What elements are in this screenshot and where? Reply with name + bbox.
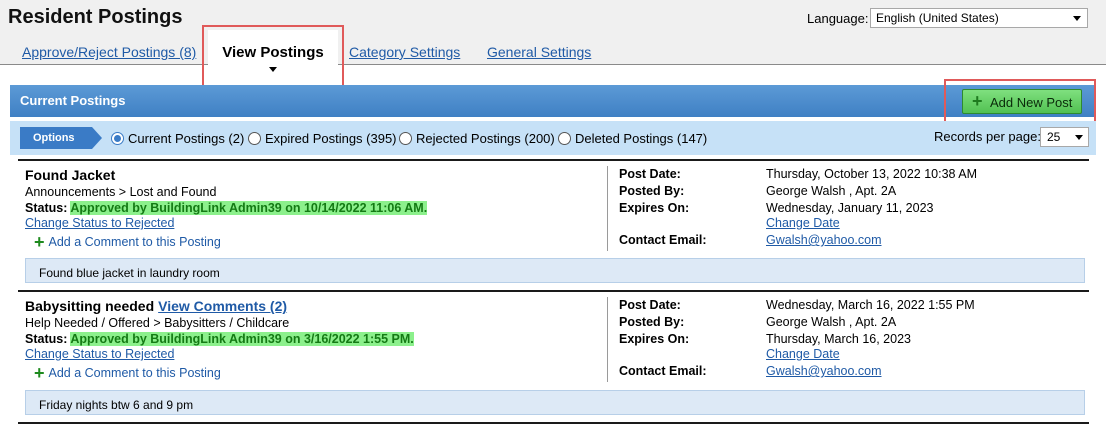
chevron-down-icon bbox=[1073, 16, 1081, 21]
add-comment-label: Add a Comment to this Posting bbox=[48, 235, 221, 249]
post-description: Found blue jacket in laundry room bbox=[25, 258, 1085, 283]
tab-general-settings[interactable]: General Settings bbox=[487, 44, 591, 60]
records-per-page-label: Records per page: bbox=[934, 129, 1041, 144]
add-new-post-label: Add New Post bbox=[990, 95, 1073, 110]
post-title: Babysitting needed View Comments (2) bbox=[25, 298, 414, 314]
page-title: Resident Postings bbox=[8, 6, 183, 28]
add-new-post-button[interactable]: + Add New Post bbox=[962, 89, 1082, 114]
posted-by-label: Posted By: bbox=[619, 315, 685, 329]
radio-current-postings[interactable]: Current Postings (2) bbox=[111, 131, 244, 146]
expires-on-label: Expires On: bbox=[619, 332, 690, 346]
posted-by-label: Posted By: bbox=[619, 184, 685, 198]
radio-current-label: Current Postings (2) bbox=[128, 131, 245, 146]
posted-by-value: George Walsh , Apt. 2A bbox=[766, 315, 897, 329]
language-select[interactable]: English (United States) bbox=[870, 8, 1088, 28]
tab-approve-reject[interactable]: Approve/Reject Postings (8) bbox=[22, 44, 196, 60]
chevron-down-icon bbox=[1075, 135, 1083, 140]
change-date-link[interactable]: Change Date bbox=[766, 216, 840, 230]
radio-expired-postings[interactable]: Expired Postings (395) bbox=[248, 131, 397, 146]
change-status-link[interactable]: Change Status to Rejected bbox=[25, 347, 174, 361]
posted-by-value: George Walsh , Apt. 2A bbox=[766, 184, 897, 198]
contact-email-link[interactable]: Gwalsh@yahoo.com bbox=[766, 364, 882, 378]
post-title-text: Found Jacket bbox=[25, 167, 116, 183]
tabs-divider bbox=[0, 64, 1106, 65]
plus-icon: + bbox=[34, 363, 45, 383]
status-value: Approved by BuildingLink Admin39 on 3/16… bbox=[70, 332, 414, 346]
post-separator bbox=[18, 422, 1089, 424]
expires-on-value: Wednesday, January 11, 2023 bbox=[766, 201, 934, 215]
add-comment-link[interactable]: + Add a Comment to this Posting bbox=[34, 363, 414, 384]
expires-on-label: Expires On: bbox=[619, 201, 690, 215]
contact-email-link[interactable]: Gwalsh@yahoo.com bbox=[766, 233, 882, 247]
contact-email-label: Contact Email: bbox=[619, 233, 707, 247]
plus-icon: + bbox=[34, 232, 45, 252]
language-selected-value: English (United States) bbox=[876, 11, 999, 25]
plus-icon: + bbox=[972, 91, 983, 111]
post-date-label: Post Date: bbox=[619, 167, 681, 181]
current-postings-header: Current Postings bbox=[10, 85, 1096, 117]
post-category: Announcements > Lost and Found bbox=[25, 185, 217, 199]
radio-expired-label: Expired Postings (395) bbox=[265, 131, 397, 146]
caret-down-icon bbox=[269, 67, 277, 72]
change-status-link[interactable]: Change Status to Rejected bbox=[25, 216, 174, 230]
post-date-value: Thursday, October 13, 2022 10:38 AM bbox=[766, 167, 978, 181]
radio-deleted-label: Deleted Postings (147) bbox=[575, 131, 708, 146]
post-separator bbox=[18, 159, 1089, 161]
radio-unchecked-icon bbox=[248, 132, 261, 145]
radio-deleted-postings[interactable]: Deleted Postings (147) bbox=[558, 131, 707, 146]
post-card: Found Jacket Announcements > Lost and Fo… bbox=[25, 167, 428, 253]
options-tag: Options bbox=[20, 127, 102, 149]
post-title-text: Babysitting needed bbox=[25, 298, 155, 314]
post-status: Status: Approved by BuildingLink Admin39… bbox=[25, 201, 428, 215]
add-comment-link[interactable]: + Add a Comment to this Posting bbox=[34, 232, 427, 253]
view-comments-link[interactable]: View Comments (2) bbox=[158, 298, 287, 314]
column-divider bbox=[607, 297, 608, 382]
header-title: Current Postings bbox=[20, 93, 126, 108]
language-label: Language: bbox=[807, 11, 869, 26]
status-value: Approved by BuildingLink Admin39 on 10/1… bbox=[70, 201, 428, 215]
change-date-link[interactable]: Change Date bbox=[766, 347, 840, 361]
column-divider bbox=[607, 166, 608, 251]
radio-unchecked-icon bbox=[558, 132, 571, 145]
radio-checked-icon bbox=[111, 132, 124, 145]
records-per-page-select[interactable]: 25 bbox=[1040, 127, 1089, 147]
add-comment-label: Add a Comment to this Posting bbox=[48, 366, 221, 380]
post-date-label: Post Date: bbox=[619, 298, 681, 312]
post-status: Status: Approved by BuildingLink Admin39… bbox=[25, 332, 414, 346]
post-title: Found Jacket bbox=[25, 167, 427, 183]
expires-on-value: Thursday, March 16, 2023 bbox=[766, 332, 911, 346]
tab-view-postings[interactable]: View Postings bbox=[208, 30, 338, 86]
contact-email-label: Contact Email: bbox=[619, 364, 707, 378]
tab-category-settings[interactable]: Category Settings bbox=[349, 44, 460, 60]
post-date-value: Wednesday, March 16, 2022 1:55 PM bbox=[766, 298, 975, 312]
post-category: Help Needed / Offered > Babysitters / Ch… bbox=[25, 316, 290, 330]
status-label: Status: bbox=[25, 332, 68, 346]
radio-rejected-label: Rejected Postings (200) bbox=[416, 131, 555, 146]
post-separator bbox=[18, 290, 1089, 292]
records-per-page-value: 25 bbox=[1047, 130, 1061, 144]
tab-view-postings-label: View Postings bbox=[222, 44, 324, 61]
radio-unchecked-icon bbox=[399, 132, 412, 145]
status-label: Status: bbox=[25, 201, 68, 215]
post-description: Friday nights btw 6 and 9 pm bbox=[25, 390, 1085, 415]
post-card: Babysitting needed View Comments (2) Help… bbox=[25, 298, 414, 384]
radio-rejected-postings[interactable]: Rejected Postings (200) bbox=[399, 131, 555, 146]
